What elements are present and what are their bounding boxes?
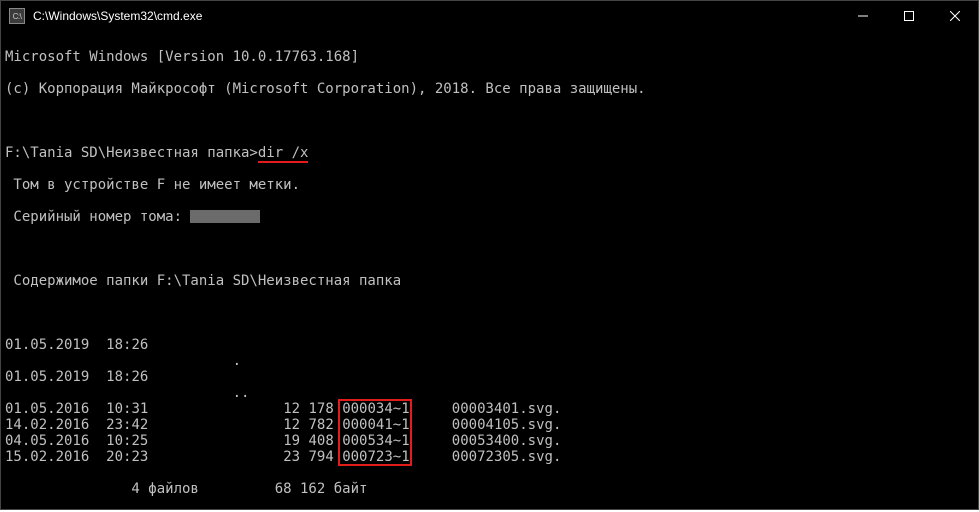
size-col	[5, 385, 115, 401]
time-col: 20:23	[106, 449, 148, 465]
prompt-path: F:\Tania SD\Неизвестная папка>	[5, 145, 258, 161]
longname-col: 00072305.svg.	[452, 449, 562, 465]
dir-col: .01.05.2019 18:26 ..01.05.2016 10:31 12 …	[5, 353, 974, 465]
cmd-window: C:\ C:\Windows\System32\cmd.exe Microsof…	[0, 0, 979, 510]
shortname-cell: 000034~1	[342, 401, 409, 417]
date-col: 04.05.2016	[5, 433, 89, 449]
time-col: 10:31	[106, 401, 148, 417]
date-col: 01.05.2016	[5, 401, 89, 417]
summary-files: 4 файлов 68 162 байт	[5, 481, 974, 497]
dir-listing: 01.05.2019 18:26 .01.05.2019 18:26 ..01.…	[5, 337, 974, 465]
copyright-line: (c) Корпорация Майкрософт (Microsoft Cor…	[5, 81, 974, 97]
longname-col: .	[233, 353, 241, 369]
dir-row: 01.05.2019 18:26 .01.05.2019 18:26 ..01.…	[5, 337, 974, 465]
size-col: 12 782	[224, 417, 334, 433]
longname-col: ..	[233, 385, 250, 401]
blank-line	[5, 113, 974, 129]
dir-command: dir /x	[258, 145, 309, 163]
date-col: 14.02.2016	[5, 417, 89, 433]
maximize-button[interactable]	[886, 1, 932, 31]
serial-line: Серийный номер тома:	[5, 209, 974, 225]
shortname-cell	[123, 385, 190, 401]
longname-col: 00004105.svg.	[452, 417, 562, 433]
dir-col	[182, 417, 224, 433]
size-col: 12 178	[224, 401, 334, 417]
dir-row: 01.05.2019 18:26 ..01.05.2016 10:31 12 1…	[5, 369, 974, 465]
longname-col: 00003401.svg.	[452, 401, 562, 417]
dir-row: 01.05.2016 10:31 12 178 000034~1 0000340…	[5, 401, 974, 417]
size-col: 19 408	[224, 433, 334, 449]
dir-col	[182, 401, 224, 417]
close-button[interactable]	[932, 1, 978, 31]
date-col: 01.05.2019	[5, 337, 89, 353]
shortname-cell: 000723~1	[342, 449, 409, 465]
time-col: 23:42	[106, 417, 148, 433]
window-title: C:\Windows\System32\cmd.exe	[31, 9, 840, 23]
minimize-button[interactable]	[840, 1, 886, 31]
dir-col	[182, 433, 224, 449]
serial-redacted	[190, 210, 260, 223]
dir-col: ..01.05.2016 10:31 12 178 000034~1 00003…	[5, 385, 974, 465]
blank-line	[5, 305, 974, 321]
titlebar[interactable]: C:\ C:\Windows\System32\cmd.exe	[1, 1, 978, 31]
date-col: 01.05.2019	[5, 369, 89, 385]
dir-row: 15.02.2016 20:23 23 794 000723~1 0007230…	[5, 449, 974, 465]
dir-row: 14.02.2016 23:42 12 782 000041~1 0000410…	[5, 417, 974, 433]
dir-col	[182, 449, 224, 465]
date-col: 15.02.2016	[5, 449, 89, 465]
size-col: 23 794	[224, 449, 334, 465]
serial-prefix: Серийный номер тома:	[5, 209, 190, 225]
shortname-cell: 000041~1	[342, 417, 409, 433]
shortname-cell: 000534~1	[342, 433, 409, 449]
time-col: 18:26	[106, 337, 148, 353]
size-col	[5, 353, 115, 369]
time-col: 10:25	[106, 433, 148, 449]
dir-row: 04.05.2016 10:25 19 408 000534~1 0005340…	[5, 433, 974, 449]
prompt-line-1: F:\Tania SD\Неизвестная папка>dir /x	[5, 145, 974, 161]
content-header: Содержимое папки F:\Tania SD\Неизвестная…	[5, 273, 974, 289]
terminal-output[interactable]: Microsoft Windows [Version 10.0.17763.16…	[1, 31, 978, 509]
blank-line	[5, 241, 974, 257]
time-col: 18:26	[106, 369, 148, 385]
version-line: Microsoft Windows [Version 10.0.17763.16…	[5, 49, 974, 65]
shortname-cell	[123, 353, 190, 369]
longname-col: 00053400.svg.	[452, 433, 562, 449]
app-icon: C:\	[9, 8, 25, 24]
volume-line: Том в устройстве F не имеет метки.	[5, 177, 974, 193]
